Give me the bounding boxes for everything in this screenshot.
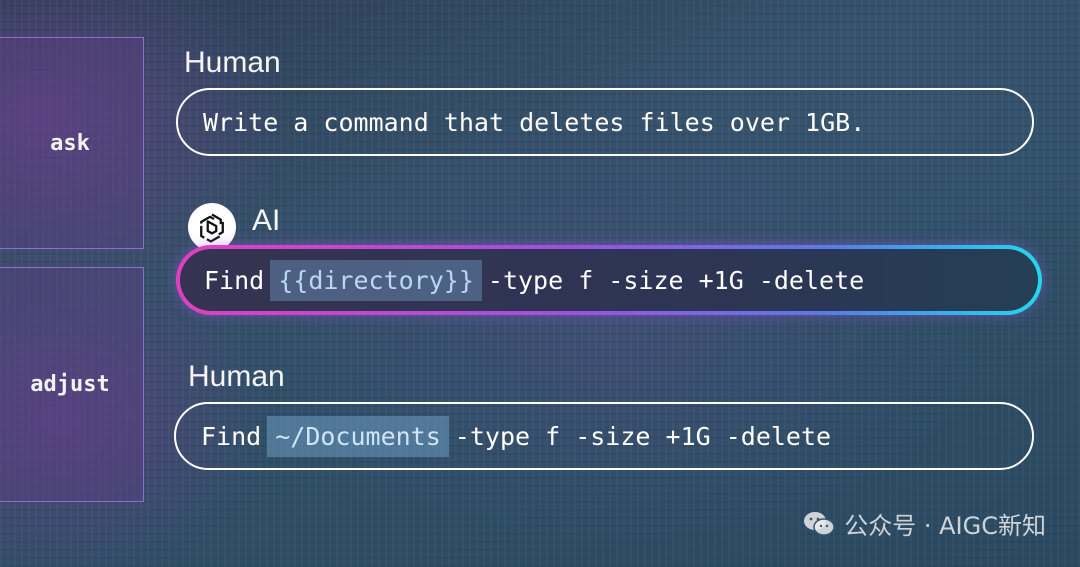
role-label-ai: AI	[252, 204, 281, 237]
ai-command-suffix: -type f -size +1G -delete	[487, 265, 865, 295]
openai-logo-icon	[188, 203, 236, 251]
watermark-text: 公众号 · AIGC新知	[844, 512, 1046, 540]
watermark: 公众号 · AIGC新知	[802, 506, 1046, 541]
human-prompt-text: Write a command that deletes files over …	[203, 107, 866, 137]
side-label-adjust: adjust	[30, 372, 110, 397]
side-box-ask: ask	[0, 37, 144, 249]
ai-response-content: Find {{directory}} -type f -size +1G -dele…	[180, 249, 1038, 311]
side-box-adjust: adjust	[0, 267, 144, 502]
adjusted-command-suffix: -type f -size +1G -delete	[454, 421, 832, 451]
ai-response-bubble: Find {{directory}} -type f -size +1G -dele…	[176, 245, 1042, 315]
directory-placeholder: {{directory}}	[270, 259, 482, 301]
human-adjusted-bubble: Find ~/Documents -type f -size +1G -delete	[174, 402, 1034, 470]
ai-command-prefix: Find	[204, 265, 265, 295]
side-label-ask: ask	[50, 130, 90, 156]
human-prompt-bubble: Write a command that deletes files over …	[176, 88, 1034, 156]
wechat-icon	[804, 511, 835, 536]
role-label-human-adjust: Human	[188, 360, 285, 393]
role-label-human: Human	[184, 46, 281, 79]
directory-value: ~/Documents	[267, 415, 449, 457]
adjusted-command-prefix: Find	[201, 421, 262, 451]
